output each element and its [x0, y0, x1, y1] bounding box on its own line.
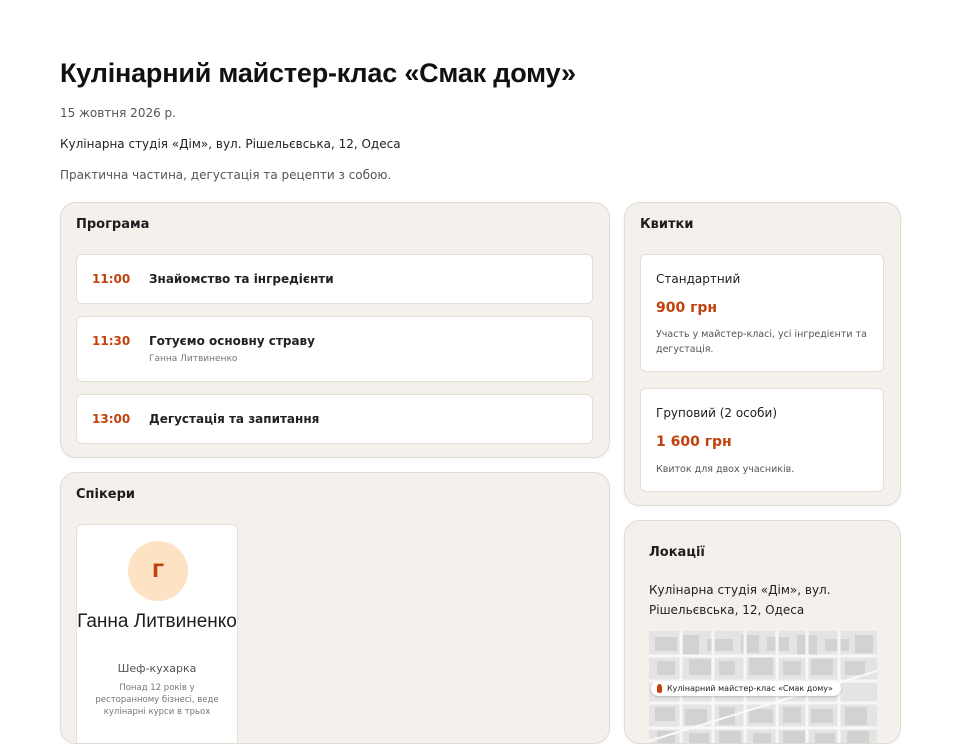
speaker-role: Шеф-кухарка — [117, 662, 197, 675]
ticket-description: Квиток для двох учасників. — [656, 464, 795, 475]
speaker-name: Ганна Литвиненко — [77, 611, 237, 632]
location-address: Кулінарна студія «Дім», вул. Рішельєвськ… — [649, 583, 831, 617]
map-pin-icon — [657, 684, 662, 693]
ticket-card-standard[interactable]: Стандартний 900 грн Участь у майстер-кла… — [640, 254, 884, 372]
ticket-name: Стандартний — [656, 272, 741, 286]
program-item[interactable]: 11:30 Готуємо основну страву Ганна Литви… — [76, 316, 593, 382]
ticket-price: 1 600 грн — [656, 434, 732, 450]
avatar: Г — [128, 541, 188, 601]
event-description: Практична частина, дегустація та рецепти… — [60, 168, 392, 182]
speaker-card[interactable]: Г Ганна Литвиненко Шеф-кухарка Понад 12 … — [76, 524, 238, 743]
program-item-name: Знайомство та інгредієнти — [149, 272, 334, 286]
tickets-title: Квитки — [640, 217, 694, 232]
speakers-title: Спікери — [76, 487, 136, 502]
ticket-price: 900 грн — [656, 300, 718, 316]
map-marker-label[interactable]: Кулінарний майстер-клас «Смак дому» — [651, 681, 841, 696]
map-marker-text: Кулінарний майстер-клас «Смак дому» — [667, 684, 833, 693]
speaker-bio: Понад 12 років у ресторанному бізнесі, в… — [95, 683, 219, 717]
ticket-card-group[interactable]: Груповий (2 особи) 1 600 грн Квиток для … — [640, 388, 884, 492]
location-map[interactable]: Кулінарний майстер-клас «Смак дому» — [649, 631, 877, 743]
program-item-speaker: Ганна Литвиненко — [149, 354, 238, 364]
program-item[interactable]: 11:00 Знайомство та інгредієнти — [76, 254, 593, 304]
page-title: Кулінарний майстер-клас «Смак дому» — [60, 58, 576, 88]
locations-title: Локації — [649, 545, 705, 560]
program-panel: Програма 11:00 Знайомство та інгредієнти… — [60, 202, 610, 458]
event-date: 15 жовтня 2026 р. — [60, 106, 176, 120]
program-title: Програма — [76, 217, 150, 232]
program-item-name: Дегустація та запитання — [149, 412, 320, 426]
program-item-time: 13:00 — [92, 412, 131, 426]
program-item-name: Готуємо основну страву — [149, 334, 315, 348]
program-item[interactable]: 13:00 Дегустація та запитання — [76, 394, 593, 444]
program-item-time: 11:30 — [92, 334, 131, 348]
speakers-panel: Спікери Г Ганна Литвиненко Шеф-кухарка П… — [60, 472, 610, 744]
locations-panel: Локації Кулінарна студія «Дім», вул. Ріш… — [624, 520, 901, 744]
tickets-panel: Квитки Стандартний 900 грн Участь у майс… — [624, 202, 901, 506]
event-venue: Кулінарна студія «Дім», вул. Рішельєвськ… — [60, 137, 401, 151]
ticket-name: Груповий (2 особи) — [656, 406, 778, 420]
ticket-description: Участь у майстер-класі, усі інгредієнти … — [656, 329, 867, 355]
program-item-time: 11:00 — [92, 272, 131, 286]
